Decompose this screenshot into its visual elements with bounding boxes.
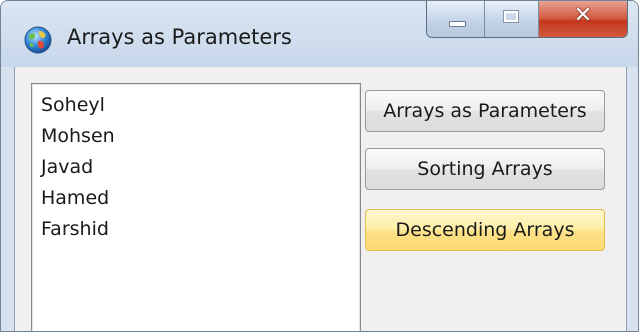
form-client-area: Soheyl Mohsen Javad Hamed Farshid Arrays…	[14, 67, 627, 331]
descending-arrays-button[interactable]: Descending Arrays	[365, 209, 605, 251]
list-item[interactable]: Farshid	[41, 214, 360, 245]
list-item[interactable]: Soheyl	[41, 90, 360, 121]
names-listbox[interactable]: Soheyl Mohsen Javad Hamed Farshid	[31, 83, 361, 331]
minimize-button[interactable]	[427, 1, 485, 37]
caption-buttons: ✕	[426, 1, 628, 38]
title-bar[interactable]: Arrays as Parameters ✕	[1, 1, 638, 67]
close-button[interactable]: ✕	[539, 1, 627, 37]
minimize-icon	[449, 21, 466, 27]
close-icon: ✕	[573, 3, 593, 28]
app-window: Arrays as Parameters ✕ Soheyl Mohsen Jav…	[0, 0, 639, 332]
globe-icon	[24, 26, 52, 54]
list-item[interactable]: Mohsen	[41, 121, 360, 152]
window-title: Arrays as Parameters	[67, 25, 292, 49]
list-item[interactable]: Javad	[41, 152, 360, 183]
maximize-icon	[503, 10, 519, 23]
maximize-button[interactable]	[485, 1, 539, 37]
sorting-arrays-button[interactable]: Sorting Arrays	[365, 148, 605, 190]
arrays-as-parameters-button[interactable]: Arrays as Parameters	[365, 90, 605, 132]
list-item[interactable]: Hamed	[41, 183, 360, 214]
